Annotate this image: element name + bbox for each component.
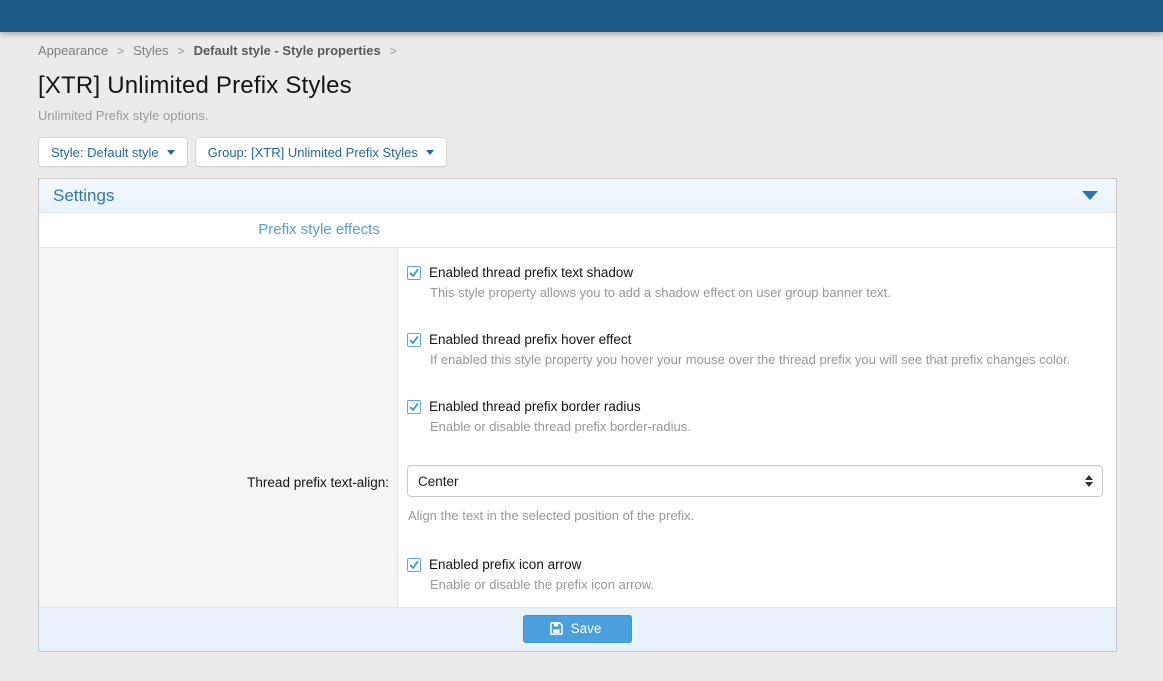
- breadcrumb-item-appearance[interactable]: Appearance: [38, 43, 108, 58]
- checkbox-line: Enabled thread prefix border radius: [407, 399, 1103, 414]
- checkbox-line: Enabled thread prefix hover effect: [407, 332, 1103, 347]
- page-content: Appearance > Styles > Default style - St…: [0, 32, 1163, 652]
- form-row-text-align: Thread prefix text-align: Center Align t…: [39, 449, 1116, 540]
- field-description: This style property allows you to add a …: [430, 285, 1103, 300]
- breadcrumb-separator-icon: >: [390, 44, 397, 58]
- breadcrumb-item-styles[interactable]: Styles: [133, 43, 168, 58]
- field-description: Enable or disable thread prefix border-r…: [430, 419, 1103, 434]
- form-row-border-radius: Enabled thread prefix border radius Enab…: [39, 382, 1116, 449]
- filter-row: Style: Default style Group: [XTR] Unlimi…: [38, 137, 1117, 167]
- input-cell: Enabled thread prefix hover effect If en…: [398, 315, 1116, 382]
- text-shadow-checkbox[interactable]: [407, 266, 421, 280]
- chevron-down-icon: [426, 150, 434, 155]
- breadcrumb-separator-icon: >: [117, 44, 124, 58]
- text-align-select[interactable]: Center: [407, 465, 1103, 497]
- checkbox-label[interactable]: Enabled thread prefix hover effect: [429, 332, 631, 347]
- breadcrumb-separator-icon: >: [178, 44, 185, 58]
- input-cell: Enabled thread prefix border radius Enab…: [398, 382, 1116, 449]
- group-heading-row: Prefix style effects: [39, 213, 1116, 248]
- style-dropdown-button[interactable]: Style: Default style: [38, 137, 188, 167]
- hover-effect-checkbox[interactable]: [407, 333, 421, 347]
- field-description: Align the text in the selected position …: [408, 508, 1103, 523]
- breadcrumb-item-current[interactable]: Default style - Style properties: [194, 43, 381, 58]
- label-cell: [39, 315, 398, 382]
- top-navigation-bar: [0, 0, 1163, 32]
- settings-panel-title: Settings: [53, 186, 114, 206]
- save-button[interactable]: Save: [523, 615, 633, 643]
- input-cell: Enabled prefix icon arrow Enable or disa…: [398, 540, 1116, 607]
- checkbox-label[interactable]: Enabled prefix icon arrow: [429, 557, 581, 572]
- save-button-label: Save: [571, 621, 602, 636]
- style-dropdown-label: Style: Default style: [51, 145, 159, 160]
- settings-panel: Settings Prefix style effects Enabled th…: [38, 178, 1117, 652]
- label-cell: [39, 248, 398, 315]
- save-icon: [550, 622, 563, 635]
- field-description: Enable or disable the prefix icon arrow.: [430, 577, 1103, 592]
- border-radius-checkbox[interactable]: [407, 400, 421, 414]
- select-stepper-icon: [1085, 475, 1093, 487]
- input-cell: Center Align the text in the selected po…: [398, 449, 1116, 540]
- field-description: If enabled this style property you hover…: [430, 352, 1103, 367]
- checkbox-line: Enabled prefix icon arrow: [407, 557, 1103, 572]
- form-row-hover-effect: Enabled thread prefix hover effect If en…: [39, 315, 1116, 382]
- settings-panel-header[interactable]: Settings: [39, 179, 1116, 213]
- label-cell: [39, 540, 398, 607]
- checkbox-label[interactable]: Enabled thread prefix border radius: [429, 399, 641, 414]
- icon-arrow-checkbox[interactable]: [407, 558, 421, 572]
- select-value: Center: [418, 474, 459, 489]
- input-cell: Enabled thread prefix text shadow This s…: [398, 248, 1116, 315]
- page-title: [XTR] Unlimited Prefix Styles: [38, 72, 1117, 100]
- panel-footer: Save: [39, 607, 1116, 651]
- checkbox-line: Enabled thread prefix text shadow: [407, 265, 1103, 280]
- form-row-text-shadow: Enabled thread prefix text shadow This s…: [39, 248, 1116, 315]
- group-dropdown-button[interactable]: Group: [XTR] Unlimited Prefix Styles: [195, 137, 447, 167]
- checkbox-label[interactable]: Enabled thread prefix text shadow: [429, 265, 633, 280]
- group-heading: Prefix style effects: [39, 221, 599, 238]
- label-cell: Thread prefix text-align:: [39, 449, 398, 540]
- text-align-label: Thread prefix text-align:: [247, 475, 389, 490]
- breadcrumb: Appearance > Styles > Default style - St…: [38, 32, 1117, 58]
- label-cell: [39, 382, 398, 449]
- group-dropdown-label: Group: [XTR] Unlimited Prefix Styles: [208, 145, 418, 160]
- form-row-icon-arrow: Enabled prefix icon arrow Enable or disa…: [39, 540, 1116, 607]
- collapse-arrow-icon[interactable]: [1082, 191, 1098, 200]
- chevron-down-icon: [167, 150, 175, 155]
- page-subtitle: Unlimited Prefix style options.: [38, 108, 1117, 123]
